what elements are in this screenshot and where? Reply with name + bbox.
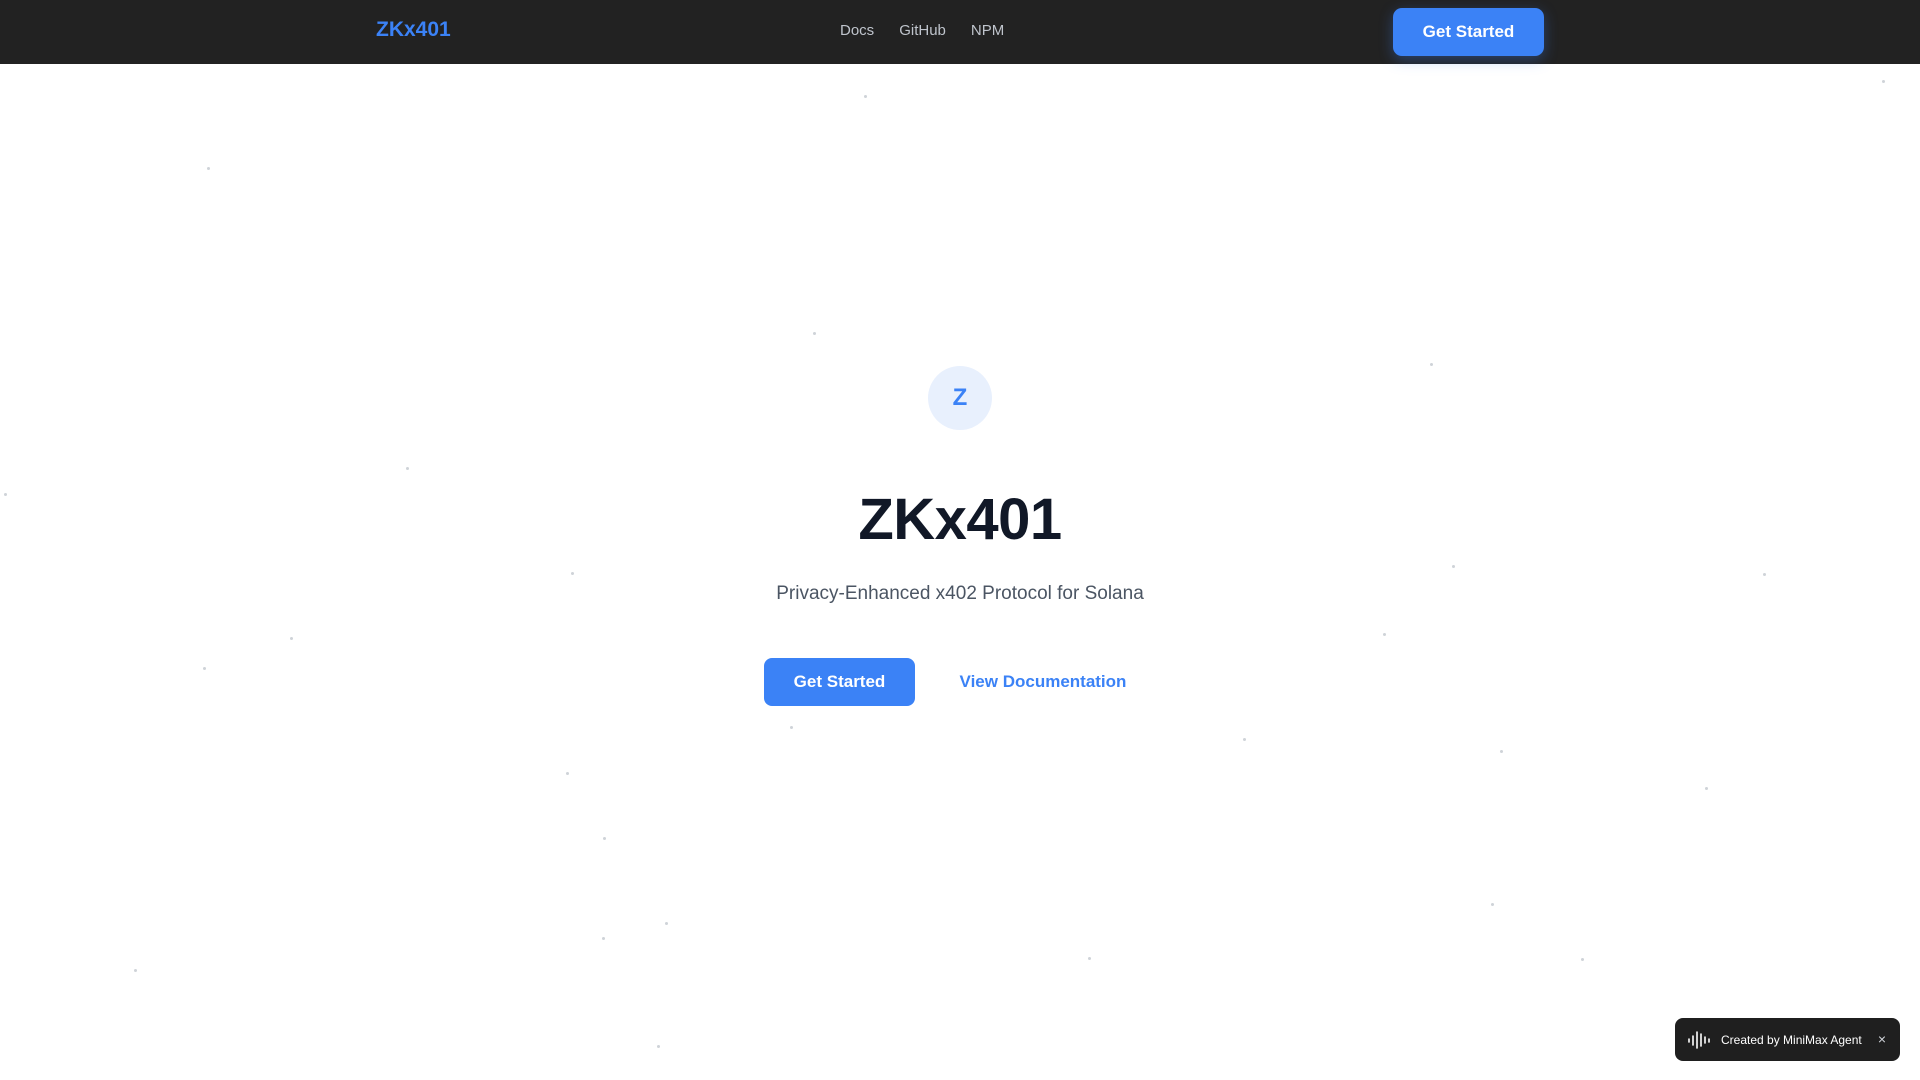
- brand-logo[interactable]: ZKx401: [376, 18, 451, 42]
- particle: [1491, 903, 1494, 906]
- page: ZKx401 Docs GitHub NPM Get Started Z ZKx…: [0, 0, 1920, 1080]
- nav-link-github[interactable]: GitHub: [899, 22, 946, 39]
- particle: [1452, 565, 1455, 568]
- particle: [1500, 750, 1503, 753]
- hero-logo-badge: Z: [928, 366, 992, 430]
- particle: [1383, 633, 1386, 636]
- particle: [1430, 363, 1433, 366]
- particle: [790, 726, 793, 729]
- waveform-icon: [1687, 1030, 1711, 1050]
- nav-links: Docs GitHub NPM: [840, 22, 1004, 39]
- particle: [1581, 958, 1584, 961]
- particle: [203, 667, 206, 670]
- particle: [657, 1045, 660, 1048]
- nav-get-started-button[interactable]: Get Started: [1393, 8, 1544, 56]
- particle: [1088, 957, 1091, 960]
- particle: [207, 167, 210, 170]
- created-by-badge[interactable]: Created by MiniMax Agent ×: [1675, 1018, 1900, 1061]
- hero-title: ZKx401: [858, 487, 1062, 552]
- particle: [603, 837, 606, 840]
- top-navbar: ZKx401 Docs GitHub NPM Get Started: [0, 0, 1920, 64]
- particle: [134, 969, 137, 972]
- particle: [813, 332, 816, 335]
- nav-link-docs[interactable]: Docs: [840, 22, 874, 39]
- particle: [571, 572, 574, 575]
- particle: [665, 922, 668, 925]
- particle: [602, 937, 605, 940]
- nav-link-npm[interactable]: NPM: [971, 22, 1004, 39]
- particle: [1705, 787, 1708, 790]
- hero-subtitle: Privacy-Enhanced x402 Protocol for Solan…: [776, 583, 1144, 604]
- particle: [1882, 80, 1885, 83]
- particle: [406, 467, 409, 470]
- hero-logo-letter: Z: [952, 384, 968, 411]
- badge-text: Created by MiniMax Agent: [1721, 1032, 1862, 1047]
- particle: [290, 637, 293, 640]
- particle: [566, 772, 569, 775]
- particle: [1243, 738, 1246, 741]
- close-icon[interactable]: ×: [1878, 1030, 1886, 1048]
- particle: [864, 95, 867, 98]
- view-documentation-button[interactable]: View Documentation: [944, 658, 1142, 706]
- particle: [1763, 573, 1766, 576]
- hero-get-started-button[interactable]: Get Started: [764, 658, 915, 706]
